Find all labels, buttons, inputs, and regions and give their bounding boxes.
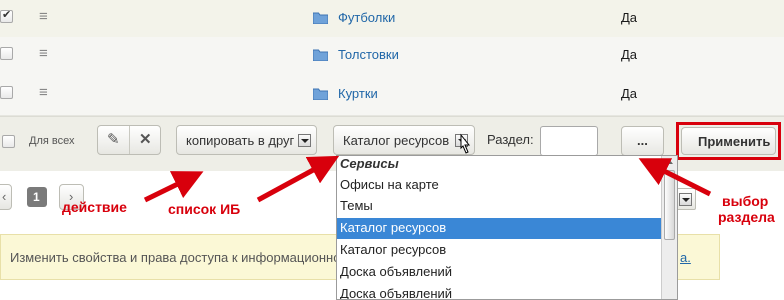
arrow-iblock bbox=[256, 155, 340, 203]
annotation-section-line2: раздела bbox=[718, 209, 775, 225]
annotation-section-line1: выбор bbox=[722, 193, 769, 209]
arrow-section bbox=[638, 158, 712, 197]
annotation-iblock-list: список ИБ bbox=[168, 201, 241, 217]
arrow-action bbox=[143, 171, 204, 203]
annotation-arrows bbox=[143, 155, 712, 203]
annotation-action: действие bbox=[62, 199, 127, 215]
